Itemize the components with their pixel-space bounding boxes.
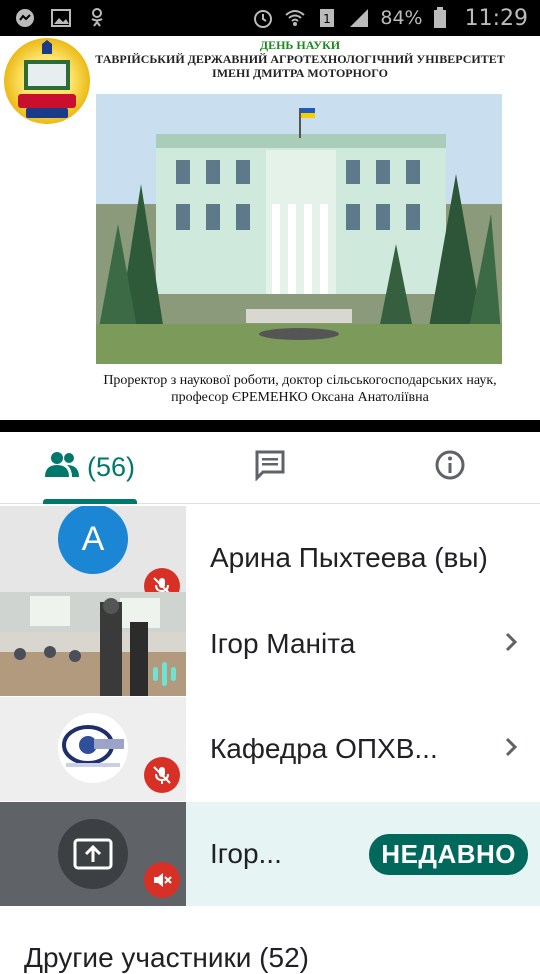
sim-icon: 1: [316, 7, 338, 29]
participant-name: Ігор...: [210, 838, 282, 869]
participant-tile: [0, 592, 186, 696]
battery-percent: 84%: [380, 7, 423, 29]
active-tab-indicator: [43, 499, 137, 504]
university-logo: [4, 38, 90, 124]
alarm-icon: [252, 7, 274, 29]
gallery-icon: [50, 7, 72, 29]
participant-tile: [0, 697, 186, 801]
people-icon: [44, 451, 79, 484]
volume-off-icon: [144, 862, 180, 898]
participant-name: Арина Пыхтеева (вы): [210, 542, 488, 573]
other-participants-heading: Другие участники (52): [24, 942, 309, 973]
audio-level-icon: [153, 662, 176, 686]
participant-tile: [0, 802, 186, 906]
chevron-right-icon[interactable]: [496, 629, 526, 660]
avatar: А: [58, 506, 128, 574]
wifi-icon: [284, 7, 306, 29]
chat-icon: [254, 449, 286, 486]
people-count: (56): [86, 452, 135, 482]
presentation-slide: ДЕНЬ НАУКИ ТАВРІЙСЬКИЙ ДЕРЖАВНИЙ АГРОТЕХ…: [0, 36, 540, 420]
participant-row[interactable]: Ігор Маніта: [0, 592, 540, 696]
present-screen-icon: [58, 819, 128, 889]
messenger-icon: [14, 7, 36, 29]
slide-university-name-2: ІМЕНІ ДМИТРА МОТОРНОГО: [212, 66, 388, 80]
university-building-photo: [96, 94, 502, 364]
status-badge: НЕДАВНО: [369, 833, 528, 875]
tab-chat[interactable]: [180, 432, 360, 503]
tab-info[interactable]: [360, 432, 540, 503]
slide-caption-line2: професор ЄРЕМЕНКО Оксана Анатоліївна: [171, 390, 429, 405]
participant-name: Кафедра ОПХВ...: [210, 733, 438, 764]
shared-screen-video[interactable]: ДЕНЬ НАУКИ ТАВРІЙСЬКИЙ ДЕРЖАВНИЙ АГРОТЕХ…: [0, 36, 540, 432]
battery-icon: [433, 7, 455, 29]
odnoklassniki-icon: [86, 7, 108, 29]
slide-caption-line1: Проректор з наукової роботи, доктор сіль…: [103, 373, 497, 388]
slide-heading: ДЕНЬ НАУКИ: [259, 38, 341, 52]
chevron-right-icon[interactable]: [496, 734, 526, 765]
participant-name: Ігор Маніта: [210, 628, 356, 659]
signal-icon: [348, 7, 370, 29]
clock: 11:29: [464, 5, 528, 31]
slide-university-name: ТАВРІЙСЬКИЙ ДЕРЖАВНИЙ АГРОТЕХНОЛОГІЧНИЙ …: [95, 52, 505, 66]
meeting-tabs: (56): [0, 432, 540, 504]
avatar-letter: А: [81, 519, 105, 558]
participant-row[interactable]: Кафедра ОПХВ...: [0, 697, 540, 801]
svg-text:1: 1: [324, 12, 332, 26]
status-bar: 1 84% 11:29: [0, 0, 540, 36]
info-icon: [434, 449, 466, 486]
mic-off-icon: [144, 757, 180, 793]
participant-row-presenting[interactable]: Ігор... НЕДАВНО: [0, 802, 540, 906]
department-logo: [58, 713, 128, 783]
tab-people[interactable]: (56): [0, 432, 180, 504]
